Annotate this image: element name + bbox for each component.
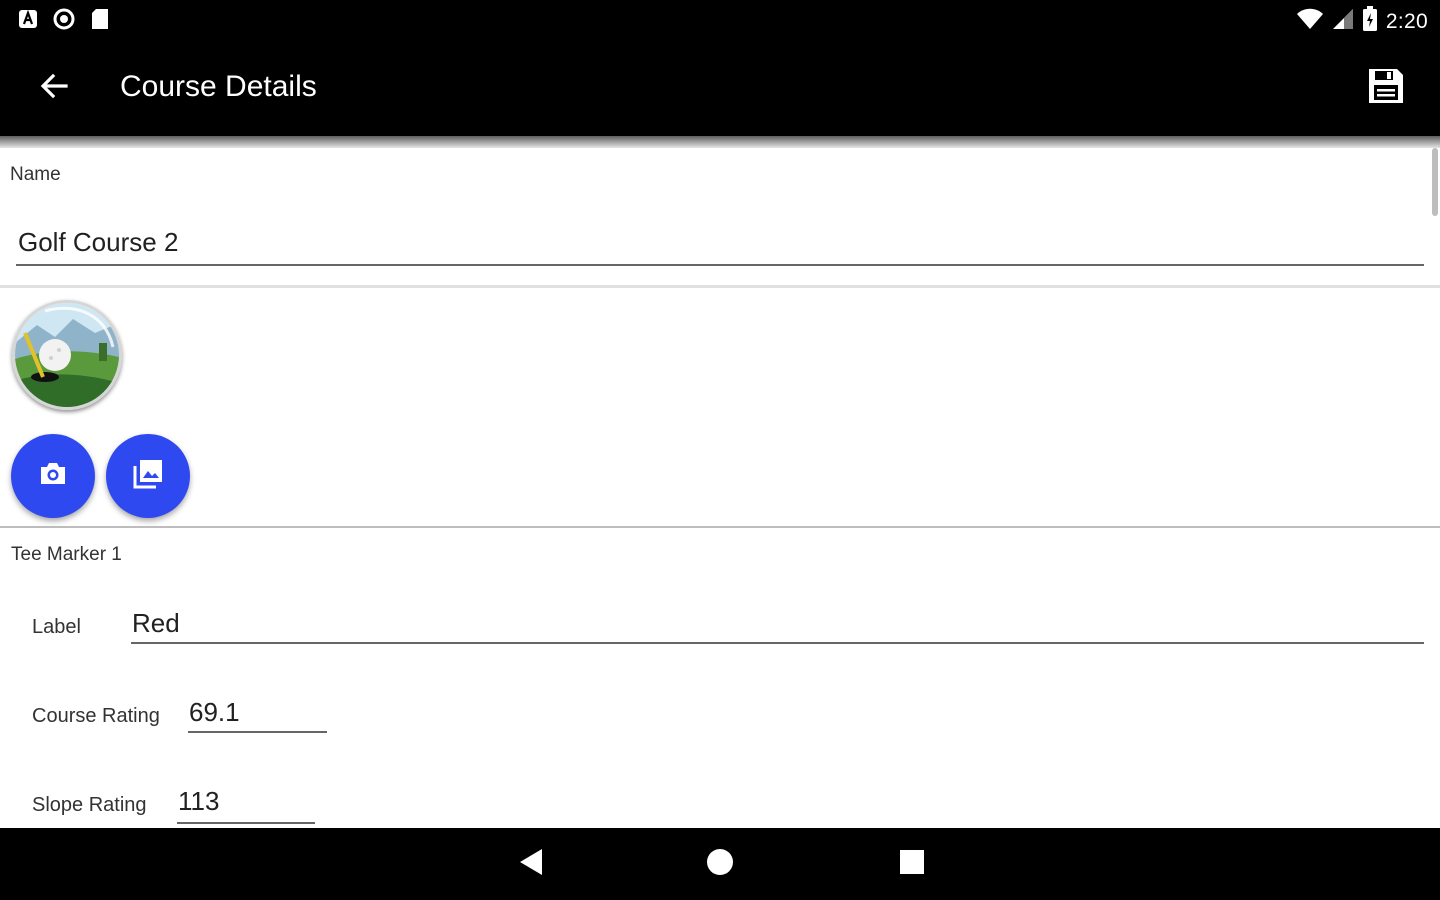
gallery-icon bbox=[132, 458, 164, 495]
status-time: 2:20 bbox=[1385, 9, 1428, 33]
wifi-icon bbox=[1296, 7, 1324, 36]
circle-home-icon bbox=[706, 848, 734, 881]
course-image[interactable] bbox=[12, 300, 122, 410]
tee-marker-label: Tee Marker 1 bbox=[11, 544, 122, 565]
status-right-icons: 2:20 bbox=[1296, 6, 1428, 37]
sync-icon bbox=[52, 7, 76, 31]
scrollbar[interactable] bbox=[1432, 148, 1438, 216]
square-recents-icon bbox=[899, 849, 925, 880]
triangle-back-icon bbox=[516, 847, 544, 882]
battery-icon bbox=[1362, 6, 1378, 37]
slope-rating-label: Slope Rating bbox=[32, 794, 147, 816]
nav-back-button[interactable] bbox=[510, 844, 550, 884]
app-toolbar: Course Details bbox=[0, 38, 1440, 136]
sd-card-icon bbox=[88, 7, 112, 31]
page-title: Course Details bbox=[120, 70, 317, 103]
save-icon bbox=[1367, 67, 1405, 110]
name-label: Name bbox=[10, 164, 61, 185]
nav-home-button[interactable] bbox=[700, 844, 740, 884]
nav-recents-button[interactable] bbox=[892, 844, 932, 884]
course-rating-input[interactable]: 69.1 bbox=[188, 695, 327, 733]
status-bar: 2:20 bbox=[0, 0, 1440, 38]
take-photo-button[interactable] bbox=[11, 434, 95, 518]
toolbar-shadow bbox=[0, 136, 1440, 148]
divider bbox=[0, 526, 1440, 528]
choose-gallery-button[interactable] bbox=[106, 434, 190, 518]
arrow-back-icon bbox=[39, 71, 69, 106]
slope-rating-input[interactable]: 113 bbox=[177, 784, 315, 824]
notification-a-icon bbox=[16, 7, 40, 31]
tee-label-label: Label bbox=[32, 616, 81, 638]
divider bbox=[0, 285, 1440, 288]
navigation-bar bbox=[0, 828, 1440, 900]
course-details-form[interactable]: Name Golf Course 2 Tee Marker 1 Label Re… bbox=[0, 148, 1440, 828]
golf-course-picture bbox=[15, 303, 119, 407]
tee-label-input[interactable]: Red bbox=[131, 606, 1424, 644]
back-button[interactable] bbox=[28, 62, 80, 114]
save-button[interactable] bbox=[1358, 60, 1414, 116]
camera-icon bbox=[38, 461, 68, 492]
cell-signal-icon bbox=[1332, 8, 1354, 35]
status-left-icons bbox=[16, 7, 112, 31]
name-input[interactable]: Golf Course 2 bbox=[16, 224, 1424, 266]
course-rating-label: Course Rating bbox=[32, 705, 160, 727]
